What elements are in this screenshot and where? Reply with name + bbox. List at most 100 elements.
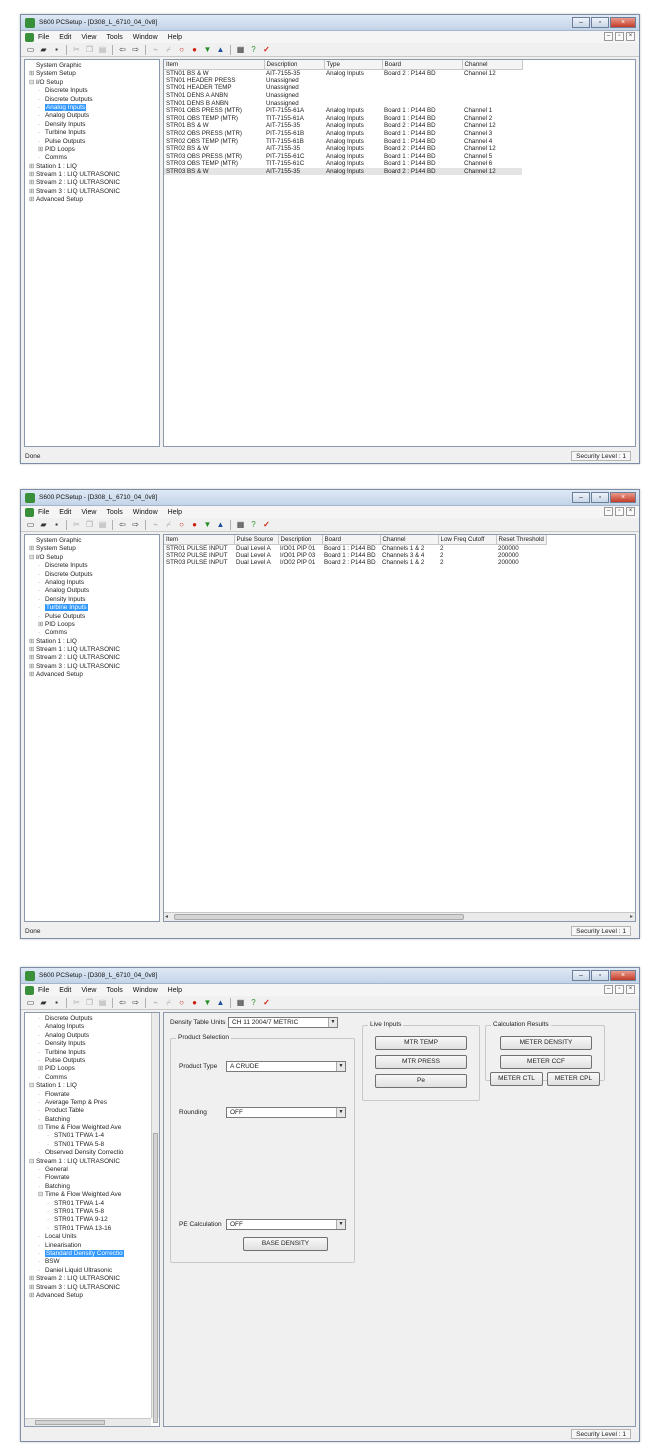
- tree-item[interactable]: · Turbine Inputs: [27, 1049, 159, 1057]
- tree-item[interactable]: · STN01 TFWA 1-4: [27, 1132, 159, 1140]
- refresh-icon[interactable]: ○: [176, 519, 187, 530]
- tree-item[interactable]: · Analog Outputs: [27, 112, 159, 120]
- tree-item[interactable]: · Observed Density Correctio: [27, 1149, 159, 1157]
- connect-icon[interactable]: ⌁: [150, 44, 161, 55]
- tree-item[interactable]: ⊞ Stream 3 : LIQ ULTRASONIC: [27, 663, 159, 671]
- connect-icon[interactable]: ⌁: [150, 519, 161, 530]
- expand-icon[interactable]: ⊞: [29, 70, 36, 78]
- tree-item[interactable]: ⊞ Stream 2 : LIQ ULTRASONIC: [27, 654, 159, 662]
- tree-item[interactable]: · Pulse Outputs: [27, 138, 159, 146]
- expand-icon[interactable]: ⊞: [29, 1275, 36, 1283]
- mdi-close-button[interactable]: ×: [626, 507, 635, 516]
- tree-item[interactable]: · Discrete Outputs: [27, 1015, 159, 1023]
- forward-icon[interactable]: ⇨: [130, 519, 141, 530]
- expand-icon[interactable]: ⊞: [29, 646, 36, 654]
- table-row[interactable]: STR03 BS & W AIT-7155-35 Analog Inputs Boar…: [164, 167, 522, 176]
- copy-icon[interactable]: ❐: [84, 519, 95, 530]
- mdi-minimize-button[interactable]: –: [604, 32, 613, 41]
- paste-icon[interactable]: ▤: [97, 997, 108, 1008]
- tree-item[interactable]: ⊞ Station 1 : LIQ: [27, 638, 159, 646]
- meter-density-button[interactable]: METER DENSITY: [500, 1036, 592, 1050]
- disconnect-icon[interactable]: ⌿: [163, 997, 174, 1008]
- table-row[interactable]: STN01 HEADER PRESS Unassigned: [164, 77, 522, 85]
- copy-icon[interactable]: ❐: [84, 997, 95, 1008]
- download-icon[interactable]: ▼: [202, 44, 213, 55]
- cut-icon[interactable]: ✂: [71, 519, 82, 530]
- column-header[interactable]: Channel: [380, 535, 439, 545]
- tree-item[interactable]: ⊞ Stream 2 : LIQ ULTRASONIC: [27, 179, 159, 187]
- tree-item[interactable]: · Discrete Inputs: [27, 562, 159, 570]
- tree-item[interactable]: · Pulse Outputs: [27, 613, 159, 621]
- minimize-button[interactable]: –: [572, 492, 590, 503]
- expand-icon[interactable]: ⊞: [38, 621, 45, 629]
- scroll-thumb[interactable]: [35, 1420, 105, 1425]
- expand-icon[interactable]: ⊞: [29, 1284, 36, 1292]
- new-icon[interactable]: ▭: [25, 519, 36, 530]
- expand-icon[interactable]: ⊞: [29, 654, 36, 662]
- tree-item[interactable]: · Batching: [27, 1116, 159, 1124]
- column-header[interactable]: Item: [164, 60, 265, 70]
- tree-item[interactable]: ⊟ Stream 1 : LIQ ULTRASONIC: [27, 1158, 159, 1166]
- tree-item[interactable]: ⊞ PID Loops: [27, 1065, 159, 1073]
- data-grid[interactable]: Item Description Type Board Channel STN01 BS …: [163, 59, 636, 447]
- tree-item[interactable]: ⊞ Advanced Setup: [27, 1292, 159, 1300]
- table-row[interactable]: STN01 HEADER TEMP Unassigned: [164, 84, 522, 92]
- menu-view[interactable]: View: [81, 34, 96, 41]
- horizontal-scrollbar[interactable]: ◂ ▸: [164, 912, 635, 921]
- mdi-minimize-button[interactable]: –: [604, 985, 613, 994]
- column-header[interactable]: Reset Threshold: [496, 535, 547, 545]
- table-row[interactable]: STR01 BS & W AIT-7155-35 Analog Inputs Boar…: [164, 122, 522, 130]
- tree-item[interactable]: ⊞ Stream 2 : LIQ ULTRASONIC: [27, 1275, 159, 1283]
- table-row[interactable]: STN01 DENS B ANBN Unassigned: [164, 99, 522, 107]
- save-icon[interactable]: ▪: [51, 997, 62, 1008]
- tree-item[interactable]: · BSW: [27, 1258, 159, 1266]
- upload-icon[interactable]: ▲: [215, 44, 226, 55]
- info-icon[interactable]: ✓: [261, 44, 272, 55]
- table-row[interactable]: STN01 BS & W AIT-7155-35 Analog Inputs Boar…: [164, 69, 522, 77]
- tree-item[interactable]: ⊟ Time & Flow Weighted Ave: [27, 1124, 159, 1132]
- tree-item[interactable]: · STR01 TFWA 5-8: [27, 1208, 159, 1216]
- tree-item[interactable]: · Batching: [27, 1183, 159, 1191]
- tree-item[interactable]: · Density Inputs: [27, 1040, 159, 1048]
- tree-item[interactable]: · Discrete Outputs: [27, 571, 159, 579]
- table-row[interactable]: STR01 OBS TEMP (MTR) TIT-7155-61A Analog I…: [164, 115, 522, 123]
- table-row[interactable]: STR03 PULSE INPUT Dual Level A I/O02 PIP 0…: [164, 559, 546, 567]
- cut-icon[interactable]: ✂: [71, 44, 82, 55]
- tree-item[interactable]: ⊞ System Setup: [27, 545, 159, 553]
- tree-item[interactable]: · Discrete Outputs: [27, 96, 159, 104]
- tree-item[interactable]: · Pulse Outputs: [27, 1057, 159, 1065]
- document-icon[interactable]: [25, 985, 34, 995]
- paste-icon[interactable]: ▤: [97, 44, 108, 55]
- base-density-button[interactable]: BASE DENSITY: [243, 1237, 328, 1251]
- minimize-button[interactable]: –: [572, 17, 590, 28]
- tree-item[interactable]: · Product Table: [27, 1107, 159, 1115]
- close-button[interactable]: ×: [610, 970, 636, 981]
- expand-icon[interactable]: ⊞: [29, 188, 36, 196]
- table-row[interactable]: STR03 OBS TEMP (MTR) TIT-7155-61C Analog I…: [164, 160, 522, 168]
- column-header[interactable]: Pulse Source: [234, 535, 279, 545]
- stop-icon[interactable]: ●: [189, 44, 200, 55]
- maximize-button[interactable]: ▫: [591, 970, 609, 981]
- upload-icon[interactable]: ▲: [215, 519, 226, 530]
- tree-item[interactable]: · Analog Outputs: [27, 1032, 159, 1040]
- mdi-restore-button[interactable]: ▫: [615, 32, 624, 41]
- menu-view[interactable]: View: [81, 987, 96, 994]
- product-type-select[interactable]: A CRUDE ▼: [226, 1061, 346, 1072]
- expand-icon[interactable]: ⊞: [29, 179, 36, 187]
- chevron-down-icon[interactable]: ▼: [336, 1108, 345, 1117]
- tree-item[interactable]: · Comms: [27, 629, 159, 637]
- expand-icon[interactable]: ⊞: [29, 1292, 36, 1300]
- collapse-icon[interactable]: ⊟: [29, 1082, 36, 1090]
- collapse-icon[interactable]: ⊟: [38, 1124, 45, 1132]
- open-icon[interactable]: ▰: [38, 997, 49, 1008]
- chevron-down-icon[interactable]: ▼: [336, 1062, 345, 1071]
- expand-icon[interactable]: ⊞: [38, 1065, 45, 1073]
- help-icon[interactable]: ?: [248, 997, 259, 1008]
- tree-item[interactable]: · Flowrate: [27, 1174, 159, 1182]
- upload-icon[interactable]: ▲: [215, 997, 226, 1008]
- menu-help[interactable]: Help: [168, 987, 182, 994]
- info-icon[interactable]: ✓: [261, 519, 272, 530]
- expand-icon[interactable]: ⊞: [29, 663, 36, 671]
- print-icon[interactable]: ▦: [235, 519, 246, 530]
- mtr-press-button[interactable]: MTR PRESS: [375, 1055, 467, 1069]
